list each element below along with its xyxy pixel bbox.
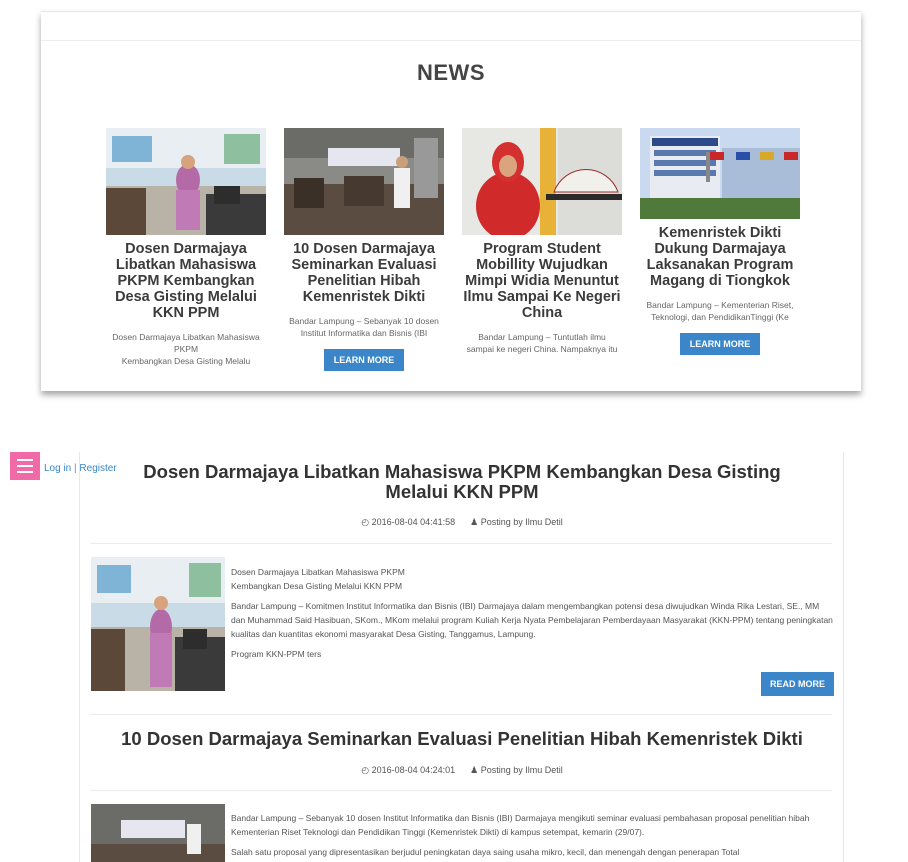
post-author: Posting by Ilmu Detil xyxy=(480,517,563,527)
hamburger-menu-icon xyxy=(17,459,33,461)
post-paragraph: Kembangkan Desa Gisting Melalui KKN PPM xyxy=(231,579,834,593)
excerpt-line: Bandar Lampung – Kementerian Riset, xyxy=(646,300,794,310)
auth-separator: | xyxy=(74,463,77,474)
post-title-line: 10 Dosen Darmajaya Seminarkan Evaluasi P… xyxy=(121,728,803,749)
post-text: Program KKN-PPM ters xyxy=(231,649,322,659)
news-heading: NEWS xyxy=(417,60,485,85)
post-meta: ◴ 2016-08-04 04:41:58 ♟ Posting by Ilmu … xyxy=(90,517,834,528)
excerpt-line: Bandar Lampung – Sebanyak 10 dosen xyxy=(289,316,439,326)
header-divider xyxy=(41,40,861,41)
auth-links: Log in | Register xyxy=(44,463,117,474)
hamburger-line xyxy=(17,471,33,473)
post-paragraph: Program KKN-PPM ters xyxy=(231,647,834,661)
clock-icon: ◴ xyxy=(361,765,370,775)
news-card: Program Student Mobillity Wujudkan Mimpi… xyxy=(461,128,623,355)
post-paragraph: Bandar Lampung – Sebanyak 10 dosen Insti… xyxy=(231,811,834,839)
post-list-panel: Dosen Darmajaya Libatkan Mahasiswa PKPM … xyxy=(0,452,908,862)
post-text: Bandar Lampung – Sebanyak 10 dosen Insti… xyxy=(231,813,810,837)
post-meta: ◴ 2016-08-04 04:24:01 ♟ Posting by Ilmu … xyxy=(90,765,834,776)
excerpt-line: Dosen Darmajaya Libatkan Mahasiswa xyxy=(112,332,260,342)
post-text: Bandar Lampung – Komitmen Institut Infor… xyxy=(231,601,833,639)
news-card-excerpt: Bandar Lampung – Sebanyak 10 dosen Insti… xyxy=(283,315,445,339)
news-card-title[interactable]: Program Student Mobillity Wujudkan Mimpi… xyxy=(461,241,623,321)
news-card-image[interactable] xyxy=(462,128,622,235)
content-right-border xyxy=(843,452,844,862)
excerpt-line: Bandar Lampung – Tuntutlah ilmu xyxy=(478,332,606,342)
post-title[interactable]: Dosen Darmajaya Libatkan Mahasiswa PKPM … xyxy=(90,462,834,502)
news-card-image[interactable] xyxy=(106,128,266,235)
post-title[interactable]: 10 Dosen Darmajaya Seminarkan Evaluasi P… xyxy=(90,729,834,749)
news-card-excerpt: Dosen Darmajaya Libatkan Mahasiswa PKPM … xyxy=(105,331,267,367)
excerpt-line: Teknologi, dan PendidikanTinggi (Ke xyxy=(651,312,789,322)
news-card-title[interactable]: Dosen Darmajaya Libatkan Mahasiswa PKPM … xyxy=(105,241,267,321)
post-divider xyxy=(90,790,832,791)
post-date: 2016-08-04 04:41:58 xyxy=(371,517,456,527)
news-card: 10 Dosen Darmajaya Seminarkan Evaluasi P… xyxy=(283,128,445,371)
excerpt-line: Kembangkan Desa Gisting Melalu xyxy=(121,356,251,366)
news-card-image[interactable] xyxy=(640,128,800,219)
news-card-title[interactable]: 10 Dosen Darmajaya Seminarkan Evaluasi P… xyxy=(283,241,445,305)
post-divider xyxy=(90,543,832,544)
hamburger-line xyxy=(17,465,33,467)
news-card-excerpt: Bandar Lampung – Tuntutlah ilmu sampai k… xyxy=(461,331,623,355)
sidebar-divider xyxy=(79,452,80,862)
post-paragraph: Dosen Darmajaya Libatkan Mahasiswa PKPM xyxy=(231,565,834,579)
post-date: 2016-08-04 04:24:01 xyxy=(371,765,456,775)
clock-icon: ◴ xyxy=(361,517,370,527)
post-paragraph: Salah satu proposal yang dipresentasikan… xyxy=(231,845,834,859)
post-text: Dosen Darmajaya Libatkan Mahasiswa PKPM xyxy=(231,567,405,577)
post-image[interactable] xyxy=(91,804,225,862)
news-card: Kemenristek Dikti Dukung Darmajaya Laksa… xyxy=(639,128,801,355)
user-icon: ♟ xyxy=(470,765,479,775)
learn-more-button[interactable]: LEARN MORE xyxy=(679,333,761,355)
excerpt-line: PKPM xyxy=(173,344,199,354)
news-card-title[interactable]: Kemenristek Dikti Dukung Darmajaya Laksa… xyxy=(639,225,801,289)
post-divider xyxy=(90,714,832,715)
learn-more-button[interactable]: LEARN MORE xyxy=(323,349,405,371)
news-card-image[interactable] xyxy=(284,128,444,235)
excerpt-line: Institut Informatika dan Bisnis (IBI xyxy=(300,328,428,338)
news-card: Dosen Darmajaya Libatkan Mahasiswa PKPM … xyxy=(105,128,267,367)
excerpt-line: sampai ke negeri China. Nampaknya itu xyxy=(466,344,618,354)
post-text: Salah satu proposal yang dipresentasikan… xyxy=(231,847,740,857)
news-card-excerpt: Bandar Lampung – Kementerian Riset, Tekn… xyxy=(639,299,801,323)
post-text: Kembangkan Desa Gisting Melalui KKN PPM xyxy=(231,581,403,591)
user-icon: ♟ xyxy=(470,517,479,527)
post-body: Bandar Lampung – Sebanyak 10 dosen Insti… xyxy=(231,811,834,862)
post-image[interactable] xyxy=(91,557,225,691)
post-body: Dosen Darmajaya Libatkan Mahasiswa PKPM … xyxy=(231,565,834,667)
register-link[interactable]: Register xyxy=(79,463,116,474)
read-more-button[interactable]: READ MORE xyxy=(761,672,835,696)
news-panel: NEWS Dosen Darmajaya Libatkan Mahasiswa … xyxy=(41,11,861,391)
post-title-line: Melalui KKN PPM xyxy=(385,481,539,502)
post-paragraph: Bandar Lampung – Komitmen Institut Infor… xyxy=(231,599,834,641)
post-author: Posting by Ilmu Detil xyxy=(480,765,563,775)
menu-button[interactable] xyxy=(10,452,40,480)
login-link[interactable]: Log in xyxy=(44,463,71,474)
post-title-line: Dosen Darmajaya Libatkan Mahasiswa PKPM … xyxy=(143,461,781,482)
